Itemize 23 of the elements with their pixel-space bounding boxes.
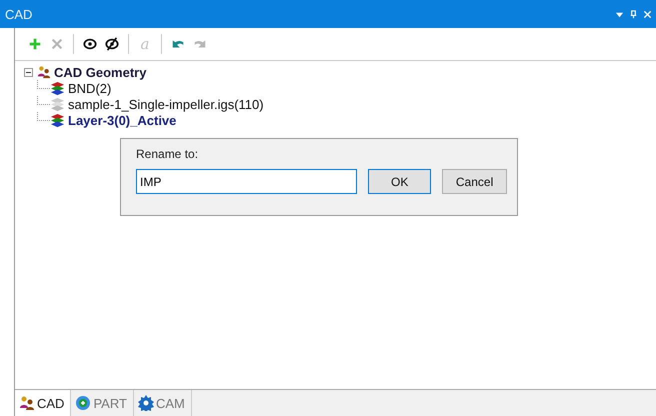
panel-tab[interactable]: CAD bbox=[15, 390, 72, 416]
rename-field[interactable]: IMP bbox=[136, 169, 358, 194]
gear-icon bbox=[138, 395, 154, 411]
panel-tab[interactable]: CAM bbox=[134, 390, 192, 416]
people-icon bbox=[37, 65, 51, 79]
ok-button[interactable]: OK bbox=[368, 169, 432, 194]
panel-tab[interactable]: PART bbox=[71, 390, 134, 416]
window-title: CAD bbox=[5, 6, 32, 22]
hidden-eye-icon[interactable] bbox=[105, 37, 119, 51]
people-icon bbox=[19, 395, 35, 411]
tree-item[interactable]: CAD Geometry bbox=[54, 64, 146, 80]
tree-item[interactable]: sample-1_Single-impeller.igs(110) bbox=[68, 96, 264, 112]
rename-label: Rename to: bbox=[136, 147, 200, 161]
pin-icon[interactable] bbox=[629, 10, 638, 18]
collapse-icon[interactable] bbox=[24, 68, 33, 76]
tree-item[interactable]: Layer-3(0)_Active bbox=[68, 112, 176, 128]
cancel-button[interactable]: Cancel bbox=[442, 169, 507, 194]
close-icon[interactable] bbox=[643, 10, 652, 18]
eye-icon[interactable] bbox=[83, 37, 97, 51]
dropdown-icon[interactable] bbox=[615, 10, 624, 18]
add-icon[interactable] bbox=[28, 37, 42, 51]
tree-item[interactable]: BND(2) bbox=[68, 80, 112, 96]
disc-icon bbox=[75, 395, 92, 411]
